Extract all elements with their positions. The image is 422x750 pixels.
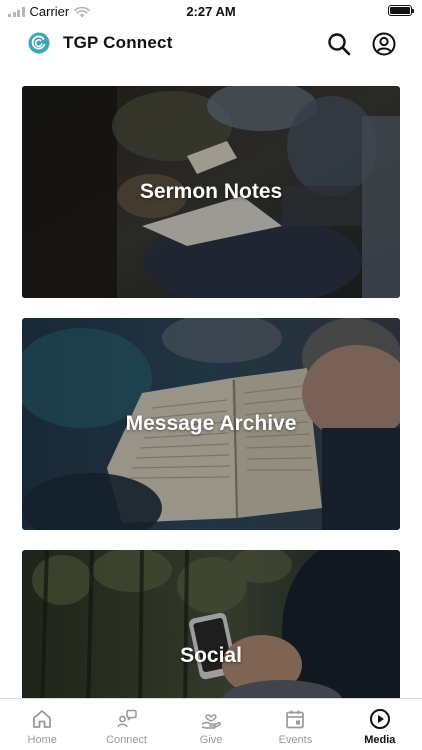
card-title: Social — [180, 643, 242, 667]
tab-label: Home — [27, 734, 57, 746]
account-icon[interactable] — [371, 31, 397, 57]
tab-label: Events — [278, 734, 313, 746]
tab-label: Give — [199, 734, 223, 746]
sermon-notes-card[interactable]: Sermon Notes — [22, 86, 400, 298]
play-circle-icon — [369, 709, 390, 729]
give-icon — [201, 714, 221, 729]
tab-connect[interactable]: Connect — [84, 699, 168, 750]
card-title: Sermon Notes — [139, 180, 283, 203]
tab-give[interactable]: Give — [169, 699, 253, 750]
app-title: TGP Connect — [63, 33, 173, 52]
battery-icon — [388, 5, 414, 16]
calendar-icon — [286, 710, 305, 729]
tab-bar: Home Connect Give Events Media — [0, 698, 422, 750]
tab-media[interactable]: Media — [338, 699, 422, 750]
card-title: Message Archive — [125, 412, 297, 435]
status-bar: Carrier 2:27 AM — [0, 0, 422, 22]
card-overlay — [22, 550, 400, 710]
message-archive-card[interactable]: Message Archive — [22, 318, 400, 530]
search-icon[interactable] — [326, 31, 352, 57]
tab-label: Connect — [106, 734, 148, 746]
connect-icon — [116, 709, 137, 728]
social-card[interactable]: Social — [22, 550, 400, 710]
tab-label: Media — [364, 734, 396, 746]
app-header: TGP Connect — [0, 22, 422, 66]
status-time: 2:27 AM — [186, 4, 236, 19]
home-icon — [33, 710, 52, 728]
tab-events[interactable]: Events — [253, 699, 337, 750]
tgp-logo-icon — [28, 32, 50, 54]
tab-home[interactable]: Home — [0, 699, 84, 750]
